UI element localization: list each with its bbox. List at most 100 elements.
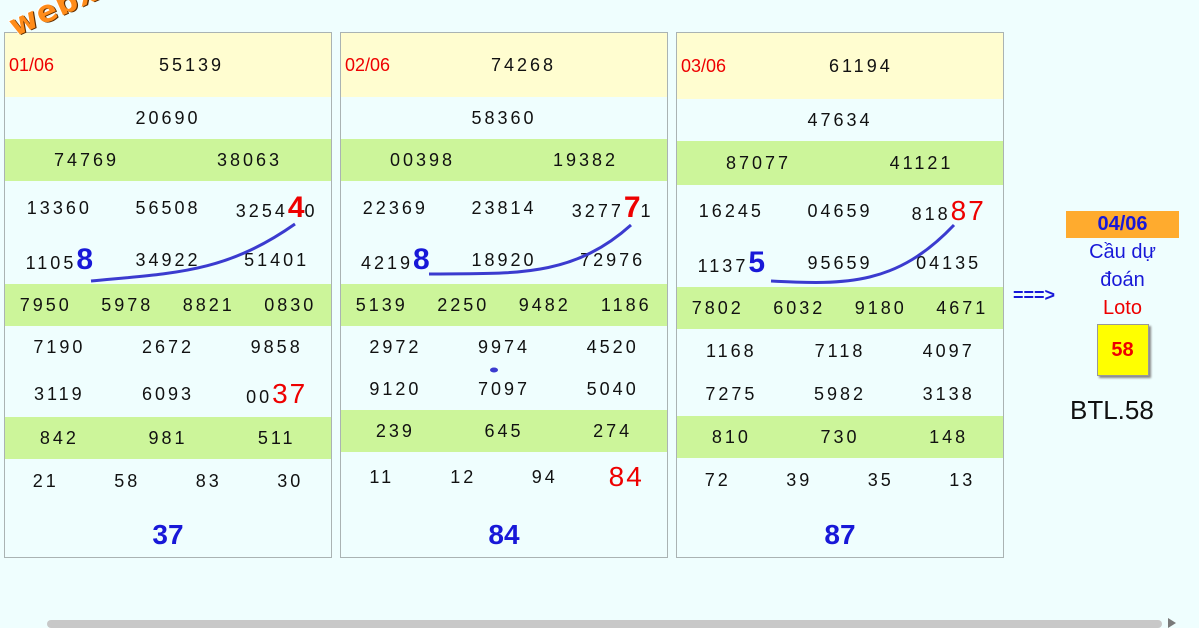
row-special: 03/06 61194	[677, 33, 1003, 99]
fifth-prize-4: 7275	[705, 383, 758, 404]
fifth-prize-6: 0037	[222, 378, 331, 410]
fourth-prize-3: 9482	[518, 294, 571, 315]
row-third-a: 13360 56508 325440	[5, 185, 331, 231]
row-second: 00398 19382	[341, 139, 667, 181]
special-prize: 61194	[829, 55, 893, 76]
second-prize-1: 00398	[389, 149, 456, 170]
sixth-prize-3: 511	[257, 427, 296, 448]
third-prize-3-tail: 1	[640, 201, 654, 221]
third-prize-3: 327771	[558, 191, 667, 225]
sixth-prize-1: 239	[375, 420, 415, 441]
row-first: 58360	[341, 97, 667, 139]
fifth-prize-2: 2672	[141, 336, 195, 357]
prediction-label-2: đoán	[1100, 269, 1145, 291]
row-fifth-b: 7275 5982 3138	[677, 373, 1003, 415]
scroll-right-arrow-icon[interactable]	[1168, 618, 1176, 628]
fifth-prize-1: 2972	[369, 336, 422, 357]
third-prize-3-tail: 0	[304, 201, 318, 221]
prediction-label-3: Loto	[1103, 297, 1142, 319]
row-fifth-a: 1168 7118 4097	[677, 330, 1003, 372]
seventh-prize-2: 12	[450, 466, 477, 487]
third-prize-4: 42198	[341, 243, 450, 277]
seventh-prize-4: 13	[949, 469, 976, 490]
row-special: 01/06 55139	[5, 33, 331, 97]
row-first: 47634	[677, 99, 1003, 141]
row-special: 02/06 74268	[341, 33, 667, 97]
seventh-prize-3: 83	[195, 470, 222, 491]
seventh-prize-1: 21	[32, 470, 59, 491]
seventh-prize-2: 39	[786, 469, 813, 490]
third-prize-1: 13360	[26, 197, 92, 218]
panel-result: 87	[824, 519, 856, 550]
sixth-prize-3: 274	[593, 420, 633, 441]
special-prize: 74268	[491, 54, 557, 75]
result-panel-2: 02/06 74268 58360 00398 19382 22369 2381…	[340, 32, 668, 558]
prediction-value: 58	[1096, 324, 1149, 376]
row-fourth: 5139 2250 9482 1186	[341, 284, 667, 326]
highlight-pair: 37	[272, 378, 308, 409]
seventh-prize-3: 35	[867, 469, 894, 490]
arrow-indicator: ===>	[1013, 285, 1056, 305]
third-prize-3-head: 3254	[235, 201, 288, 221]
third-prize-1: 22369	[362, 197, 428, 218]
sixth-prize-2: 981	[148, 427, 188, 448]
third-prize-3-head: 3277	[571, 201, 624, 221]
fourth-prize-1: 7950	[19, 294, 72, 315]
seventh-prize-1: 11	[369, 466, 395, 487]
fifth-prize-1: 7190	[33, 336, 86, 357]
fourth-prize-2: 6032	[773, 297, 826, 318]
panel-result: 84	[488, 519, 520, 550]
result-panel-3: 03/06 61194 47634 87077 41121 16245 0465…	[676, 32, 1004, 558]
highlight-digit: 8	[76, 243, 94, 276]
third-prize-2: 56508	[135, 197, 201, 218]
fourth-prize-2: 5978	[101, 294, 154, 315]
row-first: 20690	[5, 97, 331, 139]
row-sixth: 239 645 274	[341, 410, 667, 452]
row-fifth-b: 9120 7097 5040	[341, 368, 667, 410]
highlight-digit: 7	[623, 191, 641, 224]
row-third-a: 16245 04659 81887	[677, 188, 1003, 234]
row-fourth: 7802 6032 9180 4671	[677, 287, 1003, 329]
second-prize-2: 41121	[889, 152, 954, 173]
third-prize-3: 325440	[222, 191, 331, 225]
row-fifth-a: 7190 2672 9858	[5, 326, 331, 368]
fifth-prize-4: 9120	[369, 378, 422, 399]
sixth-prize-3: 148	[929, 426, 969, 447]
highlight-digit: 8	[413, 243, 430, 276]
third-prize-4-head: 1137	[697, 256, 749, 276]
third-prize-1: 16245	[698, 200, 764, 221]
fifth-prize-3: 4097	[922, 340, 975, 361]
panel-date: 02/06	[345, 54, 391, 75]
fifth-prize-3: 4520	[586, 336, 639, 357]
sixth-prize-1: 810	[711, 426, 751, 447]
third-prize-5: 18920	[471, 249, 537, 270]
fourth-prize-4: 4671	[936, 297, 989, 318]
seventh-prize-3: 94	[531, 466, 558, 487]
third-prize-5: 95659	[807, 252, 873, 273]
highlight-digit: 4	[287, 191, 305, 224]
fourth-prize-3: 8821	[182, 294, 235, 315]
fifth-prize-2: 7118	[814, 340, 866, 361]
highlight-digit: 5	[748, 246, 766, 279]
fourth-prize-2: 2250	[437, 294, 490, 315]
row-third-b: 11375 95659 04135	[677, 240, 1003, 286]
sixth-prize-2: 645	[484, 420, 524, 441]
third-prize-4-head: 4219	[360, 253, 414, 273]
row-sixth: 842 981 511	[5, 417, 331, 459]
third-prize-4: 11058	[5, 243, 114, 277]
second-prize-1: 87077	[725, 152, 792, 173]
first-prize: 20690	[135, 107, 201, 128]
second-prize-2: 19382	[552, 149, 619, 170]
fifth-prize-5: 6093	[141, 383, 195, 404]
fifth-prize-5: 5982	[813, 383, 867, 404]
first-prize: 47634	[807, 109, 873, 130]
second-prize-1: 74769	[53, 149, 120, 170]
row-sixth: 810 730 148	[677, 416, 1003, 458]
horizontal-scrollbar[interactable]	[47, 620, 1162, 628]
row-fourth: 7950 5978 8821 0830	[5, 284, 331, 326]
fifth-prize-1: 1168	[705, 340, 757, 361]
third-prize-3: 81887	[894, 195, 1003, 227]
panel-date: 01/06	[9, 54, 55, 75]
special-prize: 55139	[159, 54, 225, 75]
row-fifth-a: 2972 9974 4520	[341, 326, 667, 368]
